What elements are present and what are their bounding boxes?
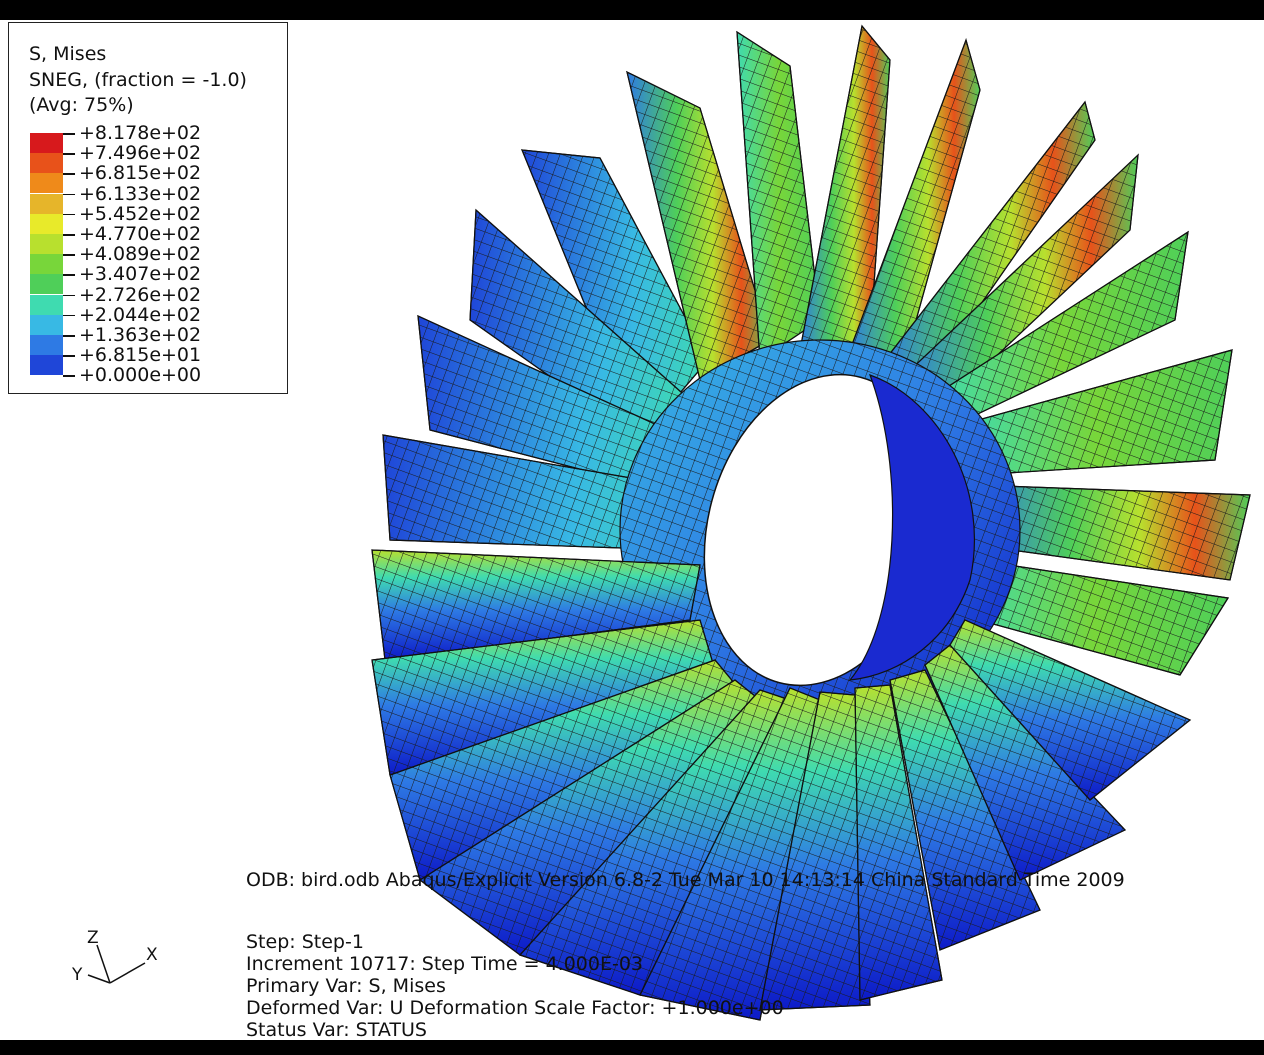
legend-value: +6.133e+02	[79, 182, 202, 205]
legend-swatch	[30, 173, 63, 194]
axis-z-label: Z	[87, 928, 99, 948]
legend-tick	[63, 294, 75, 297]
legend-tick	[63, 274, 75, 276]
legend-swatch	[30, 254, 63, 275]
axis-y-label: Y	[71, 965, 83, 985]
legend-avg: (Avg: 75%)	[29, 94, 134, 116]
legend-subtitle: SNEG, (fraction = -1.0)	[29, 69, 247, 91]
odb-info: ODB: bird.odb Abaqus/Explicit Version 6.…	[246, 869, 1125, 891]
legend-swatch	[30, 234, 63, 254]
legend-value: +2.044e+02	[79, 303, 202, 326]
legend-tick	[63, 213, 75, 216]
legend-swatch	[30, 314, 63, 335]
primary-var-info: Primary Var: S, Mises	[246, 975, 446, 997]
status-var-info: Status Var: STATUS	[246, 1019, 427, 1040]
legend-value: +4.089e+02	[79, 243, 202, 266]
legend-swatch	[30, 213, 63, 234]
legend-value: +6.815e+01	[79, 344, 202, 367]
legend-tick	[63, 193, 75, 196]
axis-triad: Z X Y	[71, 928, 158, 985]
deformed-var-info: Deformed Var: U Deformation Scale Factor…	[246, 997, 784, 1019]
legend-tick	[63, 314, 75, 317]
legend-value: +3.407e+02	[79, 263, 202, 286]
legend-tick	[63, 173, 75, 175]
legend-title: S, Mises	[29, 43, 107, 65]
legend-tick	[63, 355, 75, 357]
legend-value: +5.452e+02	[79, 202, 202, 225]
legend-value: +4.770e+02	[79, 223, 202, 245]
legend-value: +0.000e+00	[79, 364, 202, 387]
legend-swatch	[30, 193, 63, 214]
legend-swatch	[30, 335, 63, 355]
legend-value: +8.178e+02	[79, 122, 202, 144]
axis-x-label: X	[146, 945, 158, 965]
legend-tick	[63, 375, 75, 377]
increment-info: Increment 10717: Step Time = 4.000E-03	[246, 953, 644, 975]
legend-value: +7.496e+02	[79, 142, 202, 165]
legend-swatch	[30, 153, 63, 174]
legend-tick	[63, 153, 75, 155]
legend-tick	[63, 254, 75, 256]
legend-tick	[63, 234, 75, 236]
viewport[interactable]: S, Mises SNEG, (fraction = -1.0) (Avg: 7…	[0, 20, 1264, 1040]
step-info: Step: Step-1	[246, 931, 364, 953]
legend-swatch	[30, 355, 63, 376]
legend-value: +2.726e+02	[79, 283, 202, 306]
legend-swatch	[30, 274, 63, 295]
legend-tick	[63, 335, 75, 337]
legend-tick	[63, 133, 75, 135]
legend-swatch	[30, 294, 63, 315]
legend-value: +1.363e+02	[79, 324, 202, 346]
legend: S, Mises SNEG, (fraction = -1.0) (Avg: 7…	[8, 22, 288, 394]
legend-value: +6.815e+02	[79, 162, 202, 185]
legend-swatch	[30, 133, 63, 153]
